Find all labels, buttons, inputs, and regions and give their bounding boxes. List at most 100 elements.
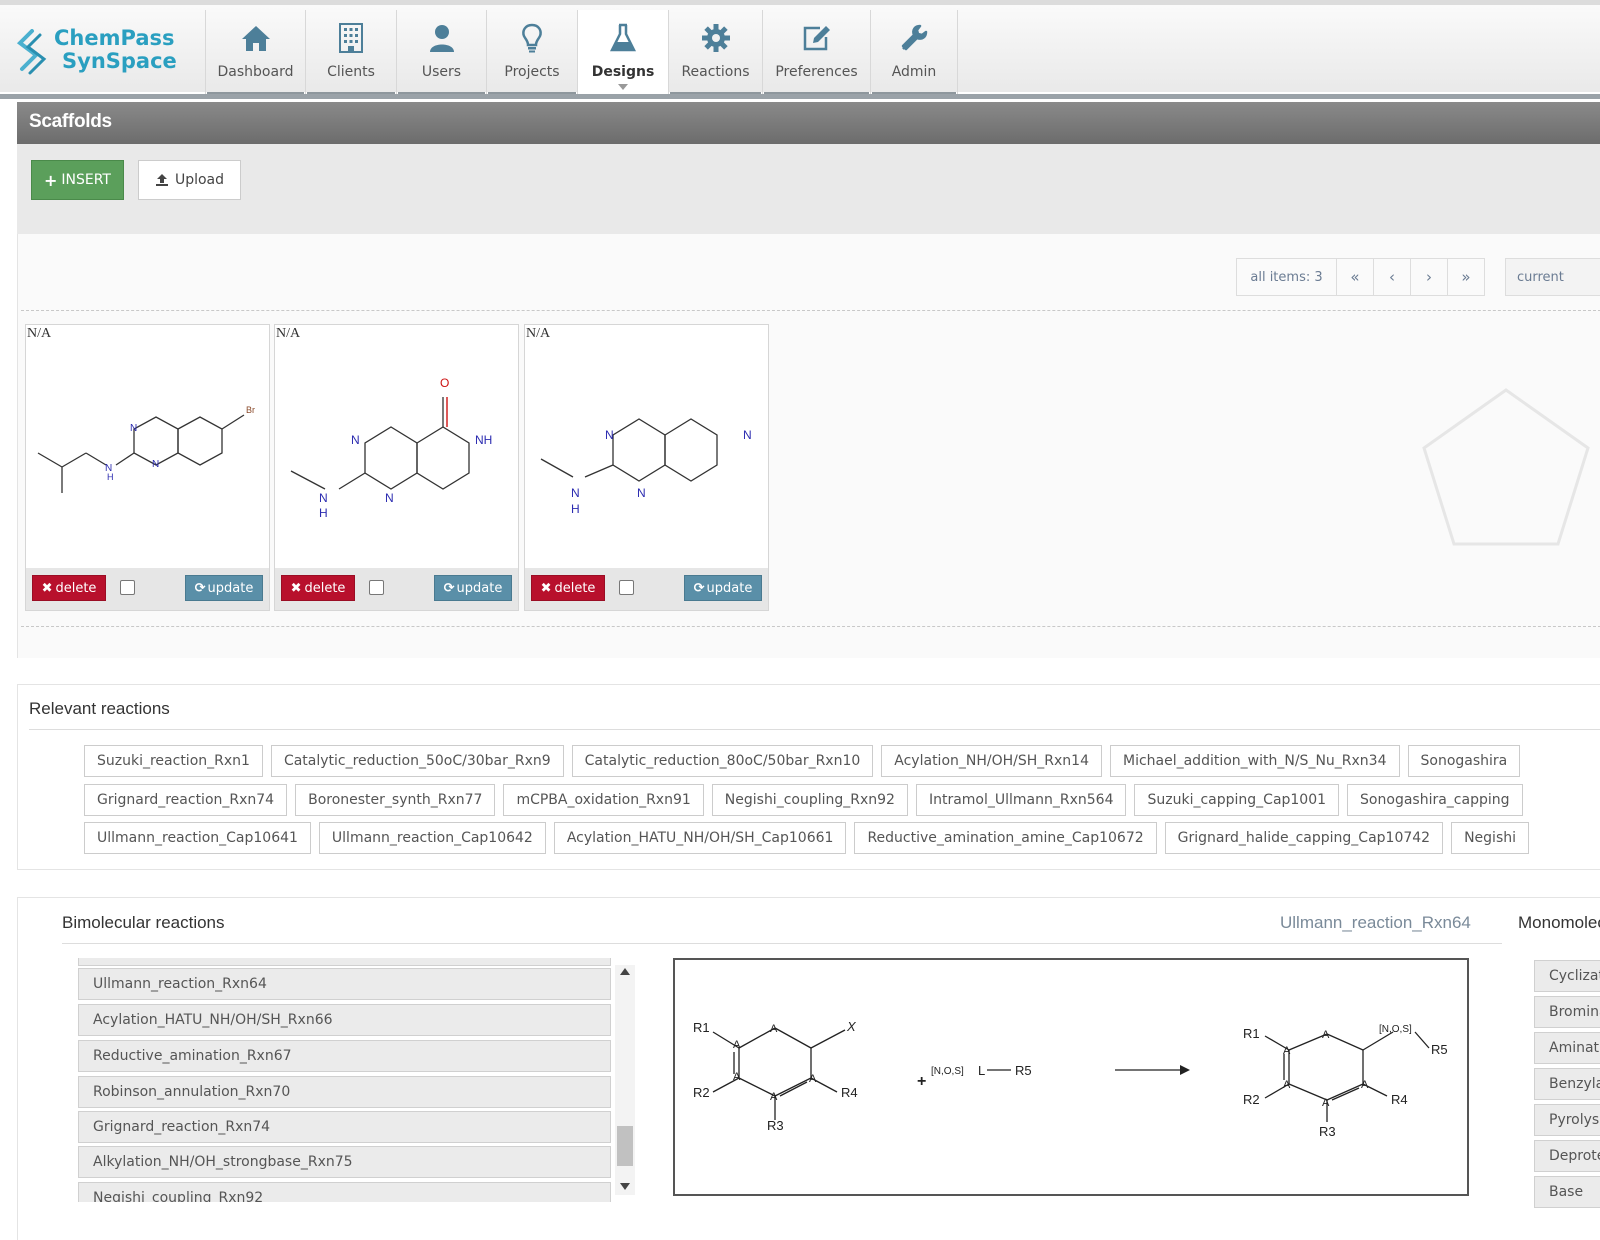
bimolecular-reaction-list[interactable]: Ullmann_reaction_Rxn64 Acylation_HATU_NH… bbox=[78, 958, 638, 1202]
prev-page-button[interactable]: ‹ bbox=[1373, 258, 1411, 296]
background-pentagon-icon bbox=[1422, 388, 1590, 546]
reaction-tag[interactable]: Catalytic_reduction_80oC/50bar_Rxn10 bbox=[571, 745, 874, 777]
select-checkbox[interactable] bbox=[619, 580, 634, 595]
atom-label: N bbox=[319, 491, 328, 505]
reaction-tag-row: Suzuki_reaction_Rxn1 Catalytic_reduction… bbox=[84, 745, 1528, 777]
scheme-label: R5 bbox=[1431, 1042, 1448, 1057]
reaction-tag[interactable]: Intramol_Ullmann_Rxn564 bbox=[915, 784, 1127, 816]
list-item[interactable]: Grignard_reaction_Rxn74 bbox=[78, 1111, 611, 1143]
update-label: update bbox=[456, 580, 503, 596]
user-icon bbox=[429, 25, 454, 52]
molecule-structure: Br N N N H bbox=[37, 405, 255, 493]
list-item[interactable]: Ullmann_reaction_Rxn64 bbox=[78, 968, 611, 1000]
plus-icon: + bbox=[43, 170, 58, 190]
nav-clients[interactable]: Clients bbox=[305, 10, 396, 96]
reaction-tag[interactable]: Reductive_amination_amine_Cap10672 bbox=[854, 822, 1157, 854]
reaction-tag[interactable]: Suzuki_capping_Cap1001 bbox=[1134, 784, 1340, 816]
list-item[interactable]: Deprotection bbox=[1534, 1140, 1600, 1172]
scheme-label: R1 bbox=[693, 1020, 710, 1035]
atom-label: N bbox=[637, 486, 646, 500]
pagination: all items: 3 « ‹ › » bbox=[1236, 258, 1485, 296]
reaction-tag[interactable]: Grignard_halide_capping_Cap10742 bbox=[1164, 822, 1444, 854]
nav-users[interactable]: Users bbox=[396, 10, 486, 96]
select-checkbox[interactable] bbox=[369, 580, 384, 595]
bimolecular-title: Bimolecular reactions bbox=[62, 913, 225, 932]
reaction-tag[interactable]: Michael_addition_with_N/S_Nu_Rxn34 bbox=[1109, 745, 1400, 777]
divider bbox=[21, 626, 1600, 627]
next-page-button[interactable]: › bbox=[1410, 258, 1448, 296]
current-page-selector[interactable]: current bbox=[1505, 258, 1600, 296]
nav-preferences[interactable]: Preferences bbox=[762, 10, 870, 96]
reaction-tag-row: Ullmann_reaction_Cap10641 Ullmann_reacti… bbox=[84, 822, 1537, 854]
nav-label: Designs bbox=[591, 64, 655, 80]
list-item[interactable]: Bromination bbox=[1534, 996, 1600, 1028]
logo-icon bbox=[16, 29, 47, 75]
delete-button[interactable]: ✖ delete bbox=[281, 575, 355, 601]
list-item[interactable]: Cyclization bbox=[1534, 960, 1600, 992]
atom-label: N bbox=[605, 428, 614, 442]
reaction-tag[interactable]: Suzuki_reaction_Rxn1 bbox=[84, 745, 263, 777]
atom-label: O bbox=[440, 376, 449, 390]
list-item[interactable]: Robinson_annulation_Rxn70 bbox=[78, 1076, 611, 1108]
update-button[interactable]: ⟳ update bbox=[684, 575, 762, 601]
reaction-tag[interactable]: Ullmann_reaction_Cap10641 bbox=[84, 822, 311, 854]
logo-line-1: ChemPass bbox=[54, 26, 175, 50]
list-item[interactable]: Reductive_amination_Rxn67 bbox=[78, 1040, 611, 1072]
atom-label: N bbox=[152, 459, 159, 470]
upload-button[interactable]: Upload bbox=[138, 160, 241, 200]
list-item[interactable]: Benzylation bbox=[1534, 1068, 1600, 1100]
reaction-tag[interactable]: Catalytic_reduction_50oC/30bar_Rxn9 bbox=[270, 745, 564, 777]
close-icon: ✖ bbox=[540, 580, 552, 596]
chevron-down-icon bbox=[618, 84, 628, 90]
update-button[interactable]: ⟳ update bbox=[434, 575, 512, 601]
reaction-tag[interactable]: Sonogashira_capping bbox=[1347, 784, 1523, 816]
select-checkbox[interactable] bbox=[120, 580, 135, 595]
reaction-tag[interactable]: Ullmann_reaction_Cap10642 bbox=[318, 822, 546, 854]
reaction-tag[interactable]: Acylation_NH/OH/SH_Rxn14 bbox=[881, 745, 1102, 777]
delete-label: delete bbox=[554, 580, 596, 596]
list-item[interactable]: Acylation_HATU_NH/OH/SH_Rxn66 bbox=[78, 1004, 611, 1036]
reaction-scheme: R1 R2 R3 R4 X A A A A A + [N,O,S] L R5 R… bbox=[673, 958, 1469, 1196]
nav-admin[interactable]: Admin bbox=[870, 10, 958, 96]
reaction-tag[interactable]: Negishi bbox=[1451, 822, 1529, 854]
list-item[interactable]: Amination bbox=[1534, 1032, 1600, 1064]
nav-reactions[interactable]: Reactions bbox=[668, 10, 762, 96]
plus-icon: + bbox=[917, 1073, 926, 1090]
list-item[interactable]: Base bbox=[1534, 1176, 1600, 1208]
scheme-label: A bbox=[733, 1071, 741, 1083]
scrollbar-thumb[interactable] bbox=[617, 1126, 633, 1166]
navbar-divider bbox=[0, 94, 1600, 99]
list-item[interactable]: Alkylation_NH/OH_strongbase_Rxn75 bbox=[78, 1146, 611, 1178]
scheme-label: X bbox=[846, 1019, 857, 1034]
list-item[interactable]: Pyrolysis bbox=[1534, 1104, 1600, 1136]
first-page-button[interactable]: « bbox=[1336, 258, 1374, 296]
list-item[interactable]: Negishi_coupling_Rxn92 bbox=[78, 1182, 611, 1202]
scroll-down-arrow-icon[interactable] bbox=[620, 1183, 630, 1190]
scroll-up-arrow-icon[interactable] bbox=[620, 968, 630, 975]
nav-dashboard[interactable]: Dashboard bbox=[205, 10, 305, 96]
update-button[interactable]: ⟳ update bbox=[185, 575, 263, 601]
nav-projects[interactable]: Projects bbox=[486, 10, 577, 96]
list-item bbox=[78, 958, 611, 966]
nav-label: Users bbox=[421, 64, 462, 80]
scaffold-card: N/A O NH N N N H ✖ delete ⟳ update bbox=[274, 324, 519, 611]
atom-label: H bbox=[107, 472, 114, 482]
insert-button[interactable]: + INSERT bbox=[31, 160, 124, 200]
upload-icon bbox=[155, 174, 168, 186]
nav-designs[interactable]: Designs bbox=[577, 10, 668, 96]
update-label: update bbox=[207, 580, 254, 596]
scheme-label: [N,O,S] bbox=[1379, 1024, 1412, 1035]
reaction-tag[interactable]: Boronester_synth_Rxn77 bbox=[295, 784, 496, 816]
delete-button[interactable]: ✖ delete bbox=[32, 575, 106, 601]
delete-button[interactable]: ✖ delete bbox=[531, 575, 605, 601]
reaction-tag[interactable]: Acylation_HATU_NH/OH/SH_Cap10661 bbox=[553, 822, 847, 854]
chempass-logo[interactable]: ChemPass SynSpace bbox=[14, 27, 194, 79]
reaction-tag[interactable]: mCPBA_oxidation_Rxn91 bbox=[503, 784, 704, 816]
nav-label: Reactions bbox=[681, 64, 750, 80]
reaction-tag[interactable]: Grignard_reaction_Rxn74 bbox=[84, 784, 288, 816]
last-page-button[interactable]: » bbox=[1447, 258, 1485, 296]
reaction-tag[interactable]: Negishi_coupling_Rxn92 bbox=[711, 784, 908, 816]
scheme-label: A bbox=[1322, 1029, 1330, 1041]
reaction-tag[interactable]: Sonogashira bbox=[1407, 745, 1521, 777]
nav-label: Clients bbox=[327, 64, 375, 80]
